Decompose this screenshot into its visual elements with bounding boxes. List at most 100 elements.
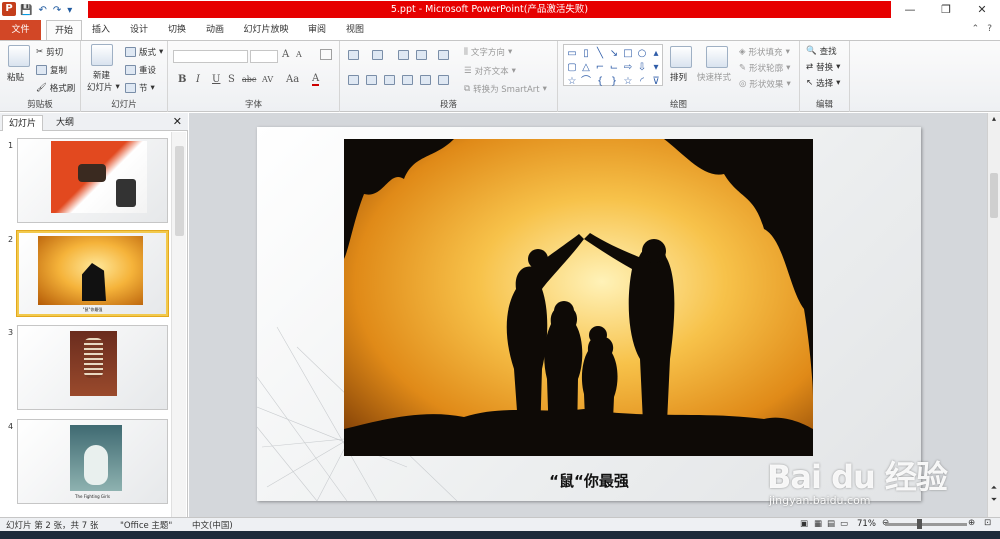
zoom-slider[interactable]: [885, 523, 967, 526]
rounded-rect-shape-icon[interactable]: ▢: [566, 61, 578, 74]
tab-insert[interactable]: 插入: [86, 20, 116, 40]
down-arrow-shape-icon[interactable]: ⇩: [636, 61, 648, 74]
brace-shape-icon[interactable]: }: [608, 75, 620, 88]
shape-effects-button[interactable]: ◎ 形状效果 ▾: [739, 78, 791, 90]
cut-button[interactable]: ✂ 剪切: [36, 46, 63, 58]
increase-indent-icon[interactable]: [416, 50, 427, 60]
strikethrough-button[interactable]: abc: [242, 75, 256, 84]
tab-view[interactable]: 视图: [340, 20, 370, 40]
find-button[interactable]: 🔍 查找: [806, 45, 837, 57]
columns-icon[interactable]: [438, 75, 449, 85]
gallery-more-icon[interactable]: ⊽: [650, 75, 662, 88]
bracket-shape-icon[interactable]: {: [594, 75, 606, 88]
oval-shape-icon[interactable]: ○: [636, 47, 648, 60]
minimize-button[interactable]: —: [892, 0, 928, 20]
tab-slideshow[interactable]: 幻灯片放映: [240, 20, 292, 40]
slide-thumbnail-2[interactable]: "鼠"你最强: [17, 231, 168, 316]
copy-button[interactable]: 复制: [36, 64, 67, 76]
bullets-icon[interactable]: [348, 50, 359, 60]
paste-button[interactable]: 粘贴: [7, 71, 24, 83]
panel-scrollbar[interactable]: [171, 132, 186, 517]
curve-shape-icon[interactable]: ⌒: [580, 75, 592, 88]
tab-outline[interactable]: 大纲: [50, 115, 80, 131]
previous-slide-icon[interactable]: ⏶: [988, 483, 1000, 493]
restore-button[interactable]: ❐: [928, 0, 964, 20]
justify-icon[interactable]: [402, 75, 413, 85]
tab-home[interactable]: 开始: [46, 20, 82, 40]
arc-shape-icon[interactable]: ◜: [636, 75, 648, 88]
slide-thumbnail-1[interactable]: [17, 138, 168, 223]
language-status[interactable]: 中文(中国): [192, 519, 233, 531]
align-left-icon[interactable]: [348, 75, 359, 85]
freeform-shape-icon[interactable]: ☆: [622, 75, 634, 88]
arrange-icon[interactable]: [670, 46, 692, 68]
tab-animations[interactable]: 动画: [200, 20, 230, 40]
new-slide-button[interactable]: 新建: [93, 69, 110, 81]
vertical-textbox-shape-icon[interactable]: ▯: [580, 47, 592, 60]
reading-view-icon[interactable]: ▤: [827, 519, 835, 529]
scroll-up-icon[interactable]: ▴: [988, 114, 1000, 123]
font-color-button[interactable]: A: [312, 74, 320, 86]
gallery-down-icon[interactable]: ▾: [650, 61, 662, 74]
connector-shape-icon[interactable]: ⌐: [594, 61, 606, 74]
char-spacing-button[interactable]: AV: [262, 75, 273, 84]
tab-transitions[interactable]: 切换: [162, 20, 192, 40]
section-button[interactable]: 节 ▾: [125, 82, 155, 94]
shapes-gallery[interactable]: ▭ ▯ ╲ ↘ □ ○ ▴ ▢ △ ⌐ ⌙ ⇨ ⇩ ▾ ☆ ⌒ { } ☆ ◜ …: [563, 44, 663, 88]
customize-qat-icon[interactable]: ▾: [67, 5, 72, 16]
fit-to-window-icon[interactable]: ⊡: [984, 518, 991, 528]
close-button[interactable]: ✕: [964, 0, 1000, 20]
redo-icon[interactable]: ↷: [53, 5, 61, 16]
textbox-shape-icon[interactable]: ▭: [566, 47, 578, 60]
layout-button[interactable]: 版式 ▾: [125, 46, 163, 58]
tab-review[interactable]: 审阅: [302, 20, 332, 40]
tab-slides[interactable]: 幻灯片: [2, 115, 44, 131]
triangle-shape-icon[interactable]: △: [580, 61, 592, 74]
font-name-combo[interactable]: [173, 50, 248, 63]
zoom-in-icon[interactable]: ⊕: [968, 518, 975, 528]
star-shape-icon[interactable]: ☆: [566, 75, 578, 88]
reset-button[interactable]: 重设: [125, 64, 156, 76]
align-center-icon[interactable]: [366, 75, 377, 85]
gallery-up-icon[interactable]: ▴: [650, 47, 662, 60]
align-text-button[interactable]: ☰ 对齐文本 ▾: [464, 65, 516, 77]
panel-scroll-thumb[interactable]: [175, 146, 184, 236]
zoom-level[interactable]: 71%: [857, 519, 876, 529]
shape-fill-button[interactable]: ◈ 形状填充 ▾: [739, 46, 790, 58]
line-spacing-icon[interactable]: [438, 50, 449, 60]
arrange-button[interactable]: 排列: [670, 71, 687, 83]
slide-thumbnail-3[interactable]: [17, 325, 168, 410]
decrease-indent-icon[interactable]: [398, 50, 409, 60]
slide-scroll-thumb[interactable]: [990, 173, 998, 218]
close-panel-icon[interactable]: ✕: [173, 115, 182, 128]
line-shape-icon[interactable]: ╲: [594, 47, 606, 60]
clear-format-icon[interactable]: [320, 49, 332, 60]
quick-styles-button[interactable]: 快速样式: [697, 71, 731, 83]
elbow-shape-icon[interactable]: ⌙: [608, 61, 620, 74]
smartart-button[interactable]: ⧉ 转换为 SmartArt ▾: [464, 83, 547, 95]
zoom-slider-knob[interactable]: [917, 519, 922, 529]
collapse-ribbon-icon[interactable]: ⌃: [972, 24, 980, 34]
shadow-button[interactable]: S: [228, 74, 235, 85]
replace-button[interactable]: ⇄ 替换 ▾: [806, 61, 840, 73]
numbering-icon[interactable]: [372, 50, 383, 60]
bold-button[interactable]: B: [178, 74, 186, 85]
help-icon[interactable]: ?: [987, 24, 992, 34]
distribute-icon[interactable]: [420, 75, 431, 85]
shrink-font-button[interactable]: A: [296, 50, 302, 59]
next-slide-icon[interactable]: ⏷: [988, 495, 1000, 505]
italic-button[interactable]: I: [196, 74, 200, 85]
slide-thumbnail-4[interactable]: The Fighting Girls: [17, 419, 168, 504]
slide-sorter-view-icon[interactable]: ▦: [814, 519, 822, 529]
align-right-icon[interactable]: [384, 75, 395, 85]
grow-font-button[interactable]: A: [282, 49, 289, 60]
tab-file[interactable]: 文件: [0, 20, 41, 40]
shape-outline-button[interactable]: ✎ 形状轮廓 ▾: [739, 62, 790, 74]
select-button[interactable]: ↖ 选择 ▾: [806, 77, 840, 89]
slideshow-view-icon[interactable]: ▭: [840, 519, 848, 529]
slide-scrollbar[interactable]: ▴ ⏶ ⏷: [987, 113, 1000, 517]
normal-view-icon[interactable]: ▣: [800, 519, 808, 529]
change-case-button[interactable]: Aa: [286, 74, 299, 85]
family-silhouette-photo[interactable]: [344, 139, 813, 456]
new-slide-icon[interactable]: [91, 44, 113, 66]
